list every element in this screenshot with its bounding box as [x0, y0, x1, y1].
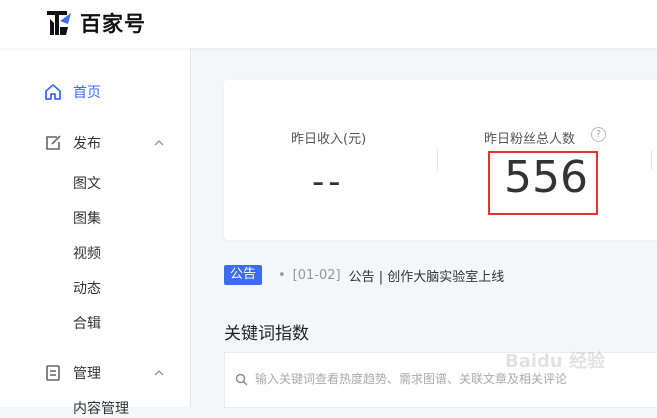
top-header: 百家号 [0, 0, 657, 48]
document-icon [46, 365, 60, 381]
baijiahao-logo-icon [47, 11, 71, 35]
sidebar-item-label: 管理 [73, 366, 101, 382]
stat-divider [437, 150, 438, 170]
sidebar-item-video[interactable]: 视频 [73, 243, 101, 263]
sidebar-item-collection[interactable]: 合辑 [73, 313, 101, 333]
income-value: -- [312, 162, 345, 202]
notice-text[interactable]: 公告 | 创作大脑实验室上线 [349, 266, 505, 285]
chevron-up-icon[interactable] [153, 137, 165, 149]
sidebar-item-home[interactable]: 首页 [44, 82, 101, 102]
notice-badge: 公告 [224, 265, 262, 285]
sidebar-item-gallery[interactable]: 图集 [73, 208, 101, 228]
baijiahao-logo[interactable]: 百家号 [46, 8, 146, 38]
fans-label: 昨日粉丝总人数 [484, 132, 576, 147]
search-icon [235, 373, 248, 386]
sidebar-item-label: 发布 [73, 136, 101, 152]
sidebar-item-manage[interactable]: 管理 [44, 363, 101, 383]
income-label: 昨日收入(元) [291, 132, 367, 147]
bullet-icon: • [278, 268, 286, 283]
stat-divider [651, 150, 652, 170]
sidebar-item-dynamic[interactable]: 动态 [73, 278, 101, 298]
notice-row[interactable]: • [01-02] 公告 | 创作大脑实验室上线 [278, 266, 504, 285]
keyword-search-input[interactable] [255, 372, 655, 386]
sidebar-item-content-manage[interactable]: 内容管理 [73, 398, 129, 418]
sidebar-item-publish[interactable]: 发布 [44, 133, 101, 153]
sidebar-item-article[interactable]: 图文 [73, 173, 101, 193]
help-icon[interactable]: ? [591, 127, 606, 142]
keyword-index-title: 关键词指数 [224, 324, 309, 344]
brand-name: 百家号 [80, 12, 146, 36]
home-icon [45, 84, 61, 100]
edit-icon [46, 135, 61, 150]
highlight-annotation [488, 151, 598, 215]
sidebar-item-label: 首页 [73, 85, 101, 101]
baidu-jingyan-watermark: Baidu 经验 [505, 351, 606, 372]
chevron-up-icon[interactable] [153, 367, 165, 379]
notice-date: [01-02] [292, 268, 341, 283]
